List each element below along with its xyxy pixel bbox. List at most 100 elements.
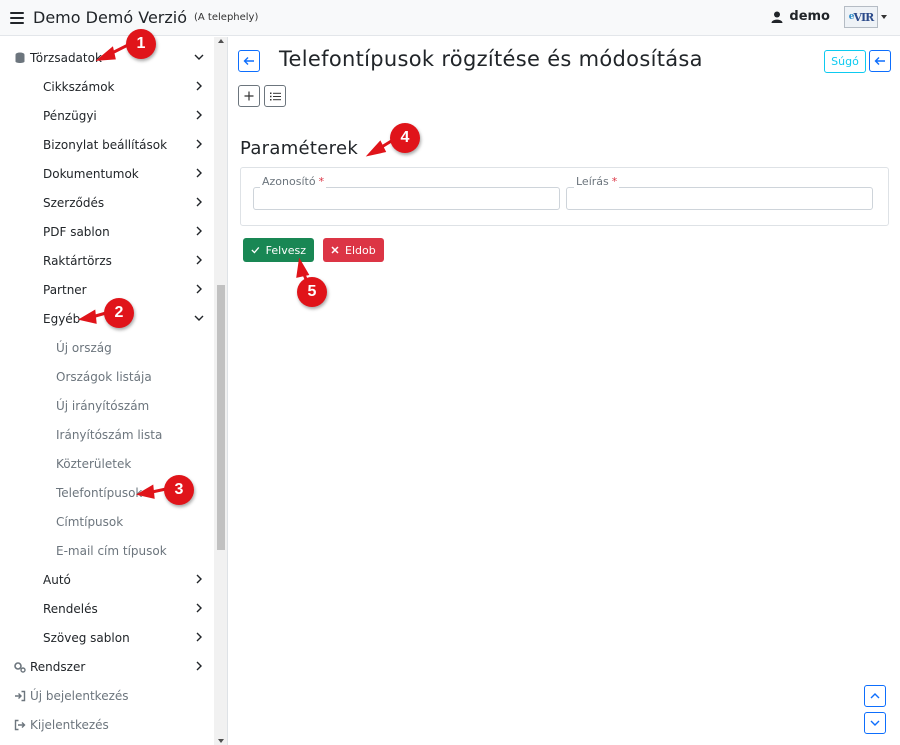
sidebar-item-orszagok-listaja[interactable]: Országok listája [0, 362, 214, 391]
sidebar-item-label: Pénzügyi [43, 108, 97, 123]
new-record-button[interactable] [238, 85, 260, 107]
sidebar-item-raktartorzs[interactable]: Raktártörzs [0, 246, 214, 275]
sidebar-item-label: Bizonylat beállítások [43, 137, 168, 152]
sidebar-item-szerzodes[interactable]: Szerződés [0, 188, 214, 217]
close-back-button[interactable] [869, 50, 891, 72]
sidebar-item-label: Irányítószám lista [56, 427, 163, 442]
sidebar: Törzsadatok Cikkszámok Pénzügyi Bizonylat b… [0, 37, 228, 745]
list-button[interactable] [264, 85, 286, 107]
back-button[interactable] [238, 50, 260, 72]
id-input[interactable] [253, 187, 560, 210]
sidebar-item-cimtipusok[interactable]: Címtípusok [0, 507, 214, 536]
sidebar-item-label: Törzsadatok [30, 50, 102, 65]
scroll-bottom-button[interactable] [864, 712, 886, 734]
parameters-card [240, 167, 889, 226]
sidebar-item-uj-iranyitoszam[interactable]: Új irányítószám [0, 391, 214, 420]
discard-button[interactable]: Eldob [323, 238, 384, 262]
scroll-down-arrow-icon[interactable] [218, 739, 224, 743]
chevron-right-icon [196, 603, 202, 613]
sidebar-item-partner[interactable]: Partner [0, 275, 214, 304]
app-switcher[interactable]: e VIR [844, 6, 887, 28]
chevron-right-icon [196, 661, 202, 671]
menu-toggle-icon[interactable] [10, 11, 24, 24]
sidebar-item-label: Cikkszámok [43, 79, 115, 94]
sidebar-scrollbar[interactable] [214, 37, 227, 745]
gears-icon [14, 661, 26, 673]
list-icon [269, 92, 281, 100]
user-name: demo [789, 9, 830, 24]
sidebar-item-kijelentkezes[interactable]: Kijelentkezés [0, 710, 214, 739]
sidebar-item-label: Címtípusok [56, 514, 124, 529]
sidebar-item-label: Szöveg sablon [43, 630, 130, 645]
site-subtitle: (A telephely) [194, 12, 259, 23]
description-input[interactable] [566, 187, 873, 210]
description-field-label: Leírás * [574, 175, 620, 188]
sidebar-item-label: PDF sablon [43, 224, 110, 239]
sidebar-item-label: E-mail cím típusok [56, 543, 167, 558]
sidebar-item-label: Új irányítószám [56, 398, 150, 413]
sidebar-item-iranyitoszam-lista[interactable]: Irányítószám lista [0, 420, 214, 449]
section-title: Paraméterek [240, 138, 359, 159]
page-title: Telefontípusok rögzítése és módosítása [279, 47, 703, 71]
chevron-right-icon [196, 110, 202, 120]
logout-icon [14, 719, 26, 730]
chevron-up-icon [870, 693, 880, 699]
chevron-right-icon [196, 197, 202, 207]
sidebar-item-pdf-sablon[interactable]: PDF sablon [0, 217, 214, 246]
sidebar-item-rendeles[interactable]: Rendelés [0, 594, 214, 623]
chevron-right-icon [196, 632, 202, 642]
id-field-label: Azonosító * [260, 175, 327, 188]
sidebar-item-label: Autó [43, 572, 71, 587]
database-icon [15, 52, 25, 63]
sidebar-item-bizonylat-beallitasok[interactable]: Bizonylat beállítások [0, 130, 214, 159]
sidebar-item-rendszer[interactable]: Rendszer [0, 652, 214, 681]
chevron-right-icon [196, 574, 202, 584]
description-label-text: Leírás [576, 175, 609, 188]
sidebar-item-uj-bejelentkezes[interactable]: Új bejelentkezés [0, 681, 214, 710]
close-icon [331, 246, 339, 254]
sidebar-item-auto[interactable]: Autó [0, 565, 214, 594]
sidebar-item-uj-orszag[interactable]: Új ország [0, 333, 214, 362]
callout-marker: 5 [297, 277, 327, 307]
sidebar-item-dokumentumok[interactable]: Dokumentumok [0, 159, 214, 188]
sidebar-item-label: Közterületek [56, 456, 132, 471]
help-button[interactable]: Súgó [824, 50, 866, 73]
arrow-left-icon [874, 57, 885, 65]
save-button-label: Felvesz [265, 243, 306, 257]
sidebar-item-label: Telefontípusok [56, 485, 143, 500]
chevron-right-icon [196, 284, 202, 294]
chevron-right-icon [196, 139, 202, 149]
user-icon [771, 11, 783, 23]
vir-logo: e VIR [844, 6, 878, 28]
scrollbar-thumb[interactable] [217, 285, 225, 550]
login-icon [15, 690, 26, 701]
app-title[interactable]: Demo Demó Verzió [33, 8, 187, 27]
sidebar-item-cikkszamok[interactable]: Cikkszámok [0, 72, 214, 101]
sidebar-item-e-mail-cim-tipusok[interactable]: E-mail cím típusok [0, 536, 214, 565]
sidebar-item-label: Országok listája [56, 369, 152, 384]
sidebar-item-kozteruletek[interactable]: Közterületek [0, 449, 214, 478]
sidebar-item-label: Szerződés [43, 195, 105, 210]
scroll-up-arrow-icon[interactable] [218, 39, 224, 43]
sidebar-item-label: Rendszer [30, 659, 86, 674]
sidebar-item-label: Rendelés [43, 601, 98, 616]
sidebar-item-szoveg-sablon[interactable]: Szöveg sablon [0, 623, 214, 652]
plus-icon [244, 91, 254, 101]
sidebar-item-label: Kijelentkezés [30, 717, 109, 732]
chevron-right-icon [196, 81, 202, 91]
id-label-text: Azonosító [262, 175, 316, 188]
caret-down-icon [881, 15, 887, 19]
arrow-left-icon [243, 57, 254, 65]
sidebar-item-label: Partner [43, 282, 87, 297]
callout-marker: 2 [104, 298, 134, 328]
chevron-right-icon [196, 255, 202, 265]
scroll-top-button[interactable] [864, 685, 886, 707]
sidebar-item-penzugyi[interactable]: Pénzügyi [0, 101, 214, 130]
sidebar-item-label: Dokumentumok [43, 166, 139, 181]
required-mark: * [611, 175, 618, 188]
check-icon [251, 246, 260, 254]
user-menu[interactable]: demo [771, 9, 830, 24]
sidebar-item-label: Új bejelentkezés [30, 688, 129, 703]
sidebar-item-torzsadatok[interactable]: Törzsadatok [0, 43, 214, 72]
save-button[interactable]: Felvesz [243, 238, 314, 262]
